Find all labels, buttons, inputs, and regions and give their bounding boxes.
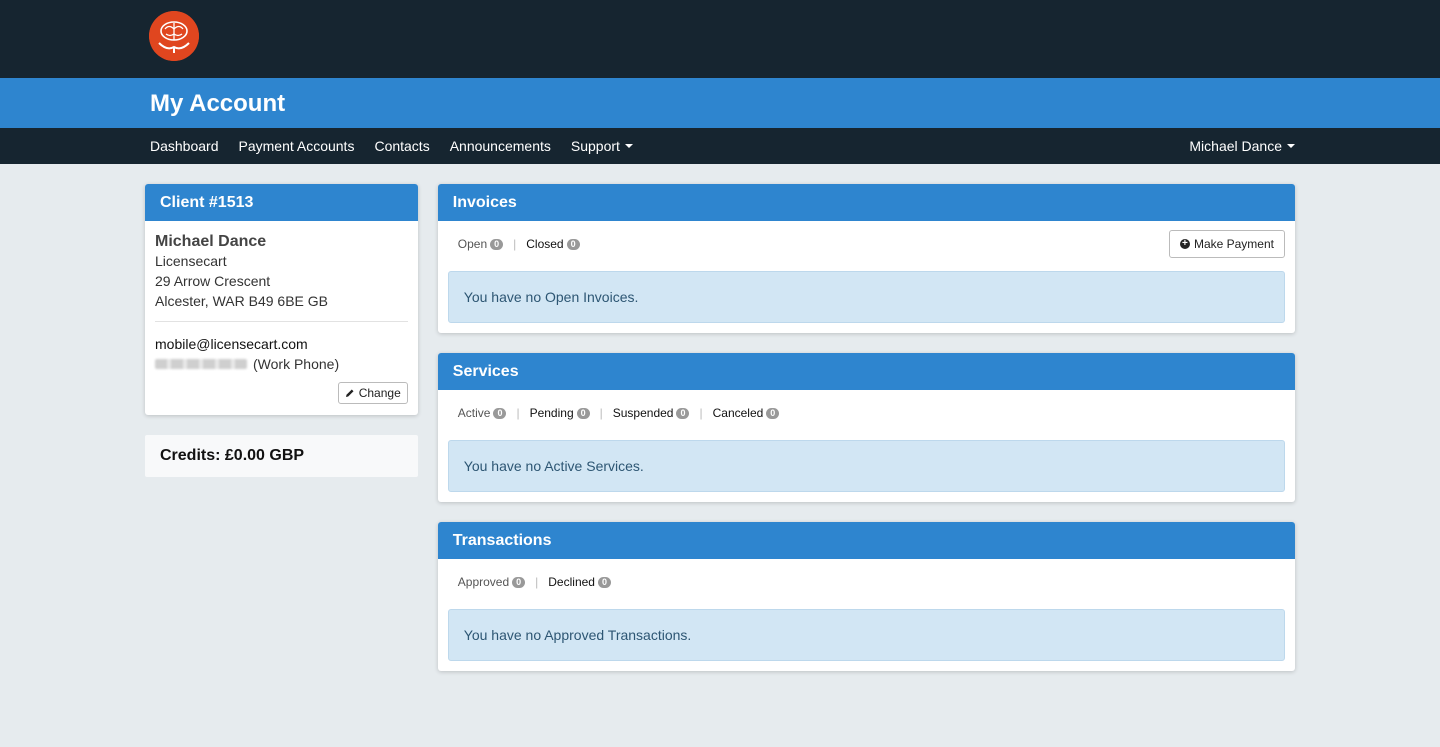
tab-label: Pending [529,406,574,420]
make-payment-label: Make Payment [1193,237,1274,251]
tab-separator: | [699,406,703,420]
redacted-phone-number [155,359,247,369]
right-column: Invoices Open 0 | Closed 0 + Make Payment … [437,184,1295,691]
services-heading: Services [437,353,1295,390]
tab-separator: | [516,406,520,420]
services-tabs: Active 0 | Pending 0 | Suspended 0 | Cancel… [448,400,1285,426]
nav-payment-accounts[interactable]: Payment Accounts [239,138,355,154]
main-nav: Dashboard Payment Accounts Contacts Anno… [0,128,1440,164]
brand-bar [0,0,1440,78]
count-badge: 0 [566,238,580,250]
count-badge: 0 [676,407,690,419]
change-contact-button[interactable]: Change [337,382,408,404]
main-content: Client #1513 Michael Dance Licensecart 2… [145,164,1295,691]
nav-announcements[interactable]: Announcements [450,138,551,154]
client-heading: Client #1513 [145,184,418,221]
nav-support-label: Support [570,138,620,154]
title-bar: My Account [0,78,1440,128]
credits-balance: Credits: £0.00 GBP [145,435,418,477]
client-panel: Client #1513 Michael Dance Licensecart 2… [145,184,418,415]
tab-active-services[interactable]: Active 0 [458,406,507,420]
invoices-heading: Invoices [437,184,1295,221]
client-company: Licensecart [155,253,227,269]
user-menu-dropdown[interactable]: Michael Dance [1189,138,1295,154]
tab-label: Closed [526,237,564,251]
brain-hands-icon[interactable] [149,11,199,61]
client-address-line1: 29 Arrow Crescent [155,273,271,289]
tab-closed-invoices[interactable]: Closed 0 [526,237,580,251]
caret-down-icon [1287,144,1295,149]
services-empty-message: You have no Active Services. [447,440,1285,492]
user-menu-label: Michael Dance [1189,138,1282,154]
count-badge: 0 [597,576,611,588]
transactions-empty-message: You have no Approved Transactions. [447,609,1285,661]
invoices-empty-message: You have no Open Invoices. [447,271,1285,323]
tab-separator: | [599,406,603,420]
tab-canceled-services[interactable]: Canceled 0 [713,406,780,420]
client-address-line2: Alcester, WAR B49 6BE GB [155,293,328,309]
tab-label: Suspended [612,406,674,420]
change-label: Change [358,386,401,400]
tab-label: Declined [548,575,595,589]
client-phone: (Work Phone) [155,354,408,374]
page-title: My Account [150,90,286,117]
tab-approved-transactions[interactable]: Approved 0 [457,575,526,589]
tab-label: Open [457,237,488,251]
tab-label: Active [457,406,491,420]
divider [155,321,408,322]
count-badge: 0 [512,576,526,588]
tab-open-invoices[interactable]: Open 0 [457,237,504,251]
services-panel: Services Active 0 | Pending 0 | Suspended 0… [437,353,1295,502]
client-name: Michael Dance [155,233,267,250]
tab-label: Approved [457,575,510,589]
nav-dashboard[interactable]: Dashboard [150,138,219,154]
transactions-tabs: Approved 0 | Declined 0 [448,569,1285,595]
tab-pending-services[interactable]: Pending 0 [530,406,590,420]
count-badge: 0 [576,407,590,419]
transactions-heading: Transactions [437,522,1295,559]
tab-declined-transactions[interactable]: Declined 0 [548,575,611,589]
tab-suspended-services[interactable]: Suspended 0 [613,406,690,420]
phone-type-label: (Work Phone) [253,356,340,372]
pencil-icon [345,389,354,397]
count-badge: 0 [490,238,504,250]
plus-circle-icon: + [1179,239,1190,249]
count-badge: 0 [493,407,507,419]
invoices-tabs: Open 0 | Closed 0 + Make Payment [448,230,1285,258]
transactions-panel: Transactions Approved 0 | Declined 0 You h… [437,522,1295,671]
invoices-panel: Invoices Open 0 | Closed 0 + Make Payment … [437,184,1295,333]
tab-separator: | [513,237,517,251]
tab-separator: | [535,575,539,589]
left-column: Client #1513 Michael Dance Licensecart 2… [145,184,418,691]
tab-label: Canceled [712,406,764,420]
nav-support-dropdown[interactable]: Support [571,138,633,154]
client-email: mobile@licensecart.com [155,336,308,352]
caret-down-icon [624,144,633,149]
count-badge: 0 [766,407,780,419]
make-payment-button[interactable]: + Make Payment [1168,230,1285,258]
nav-contacts[interactable]: Contacts [374,138,429,154]
